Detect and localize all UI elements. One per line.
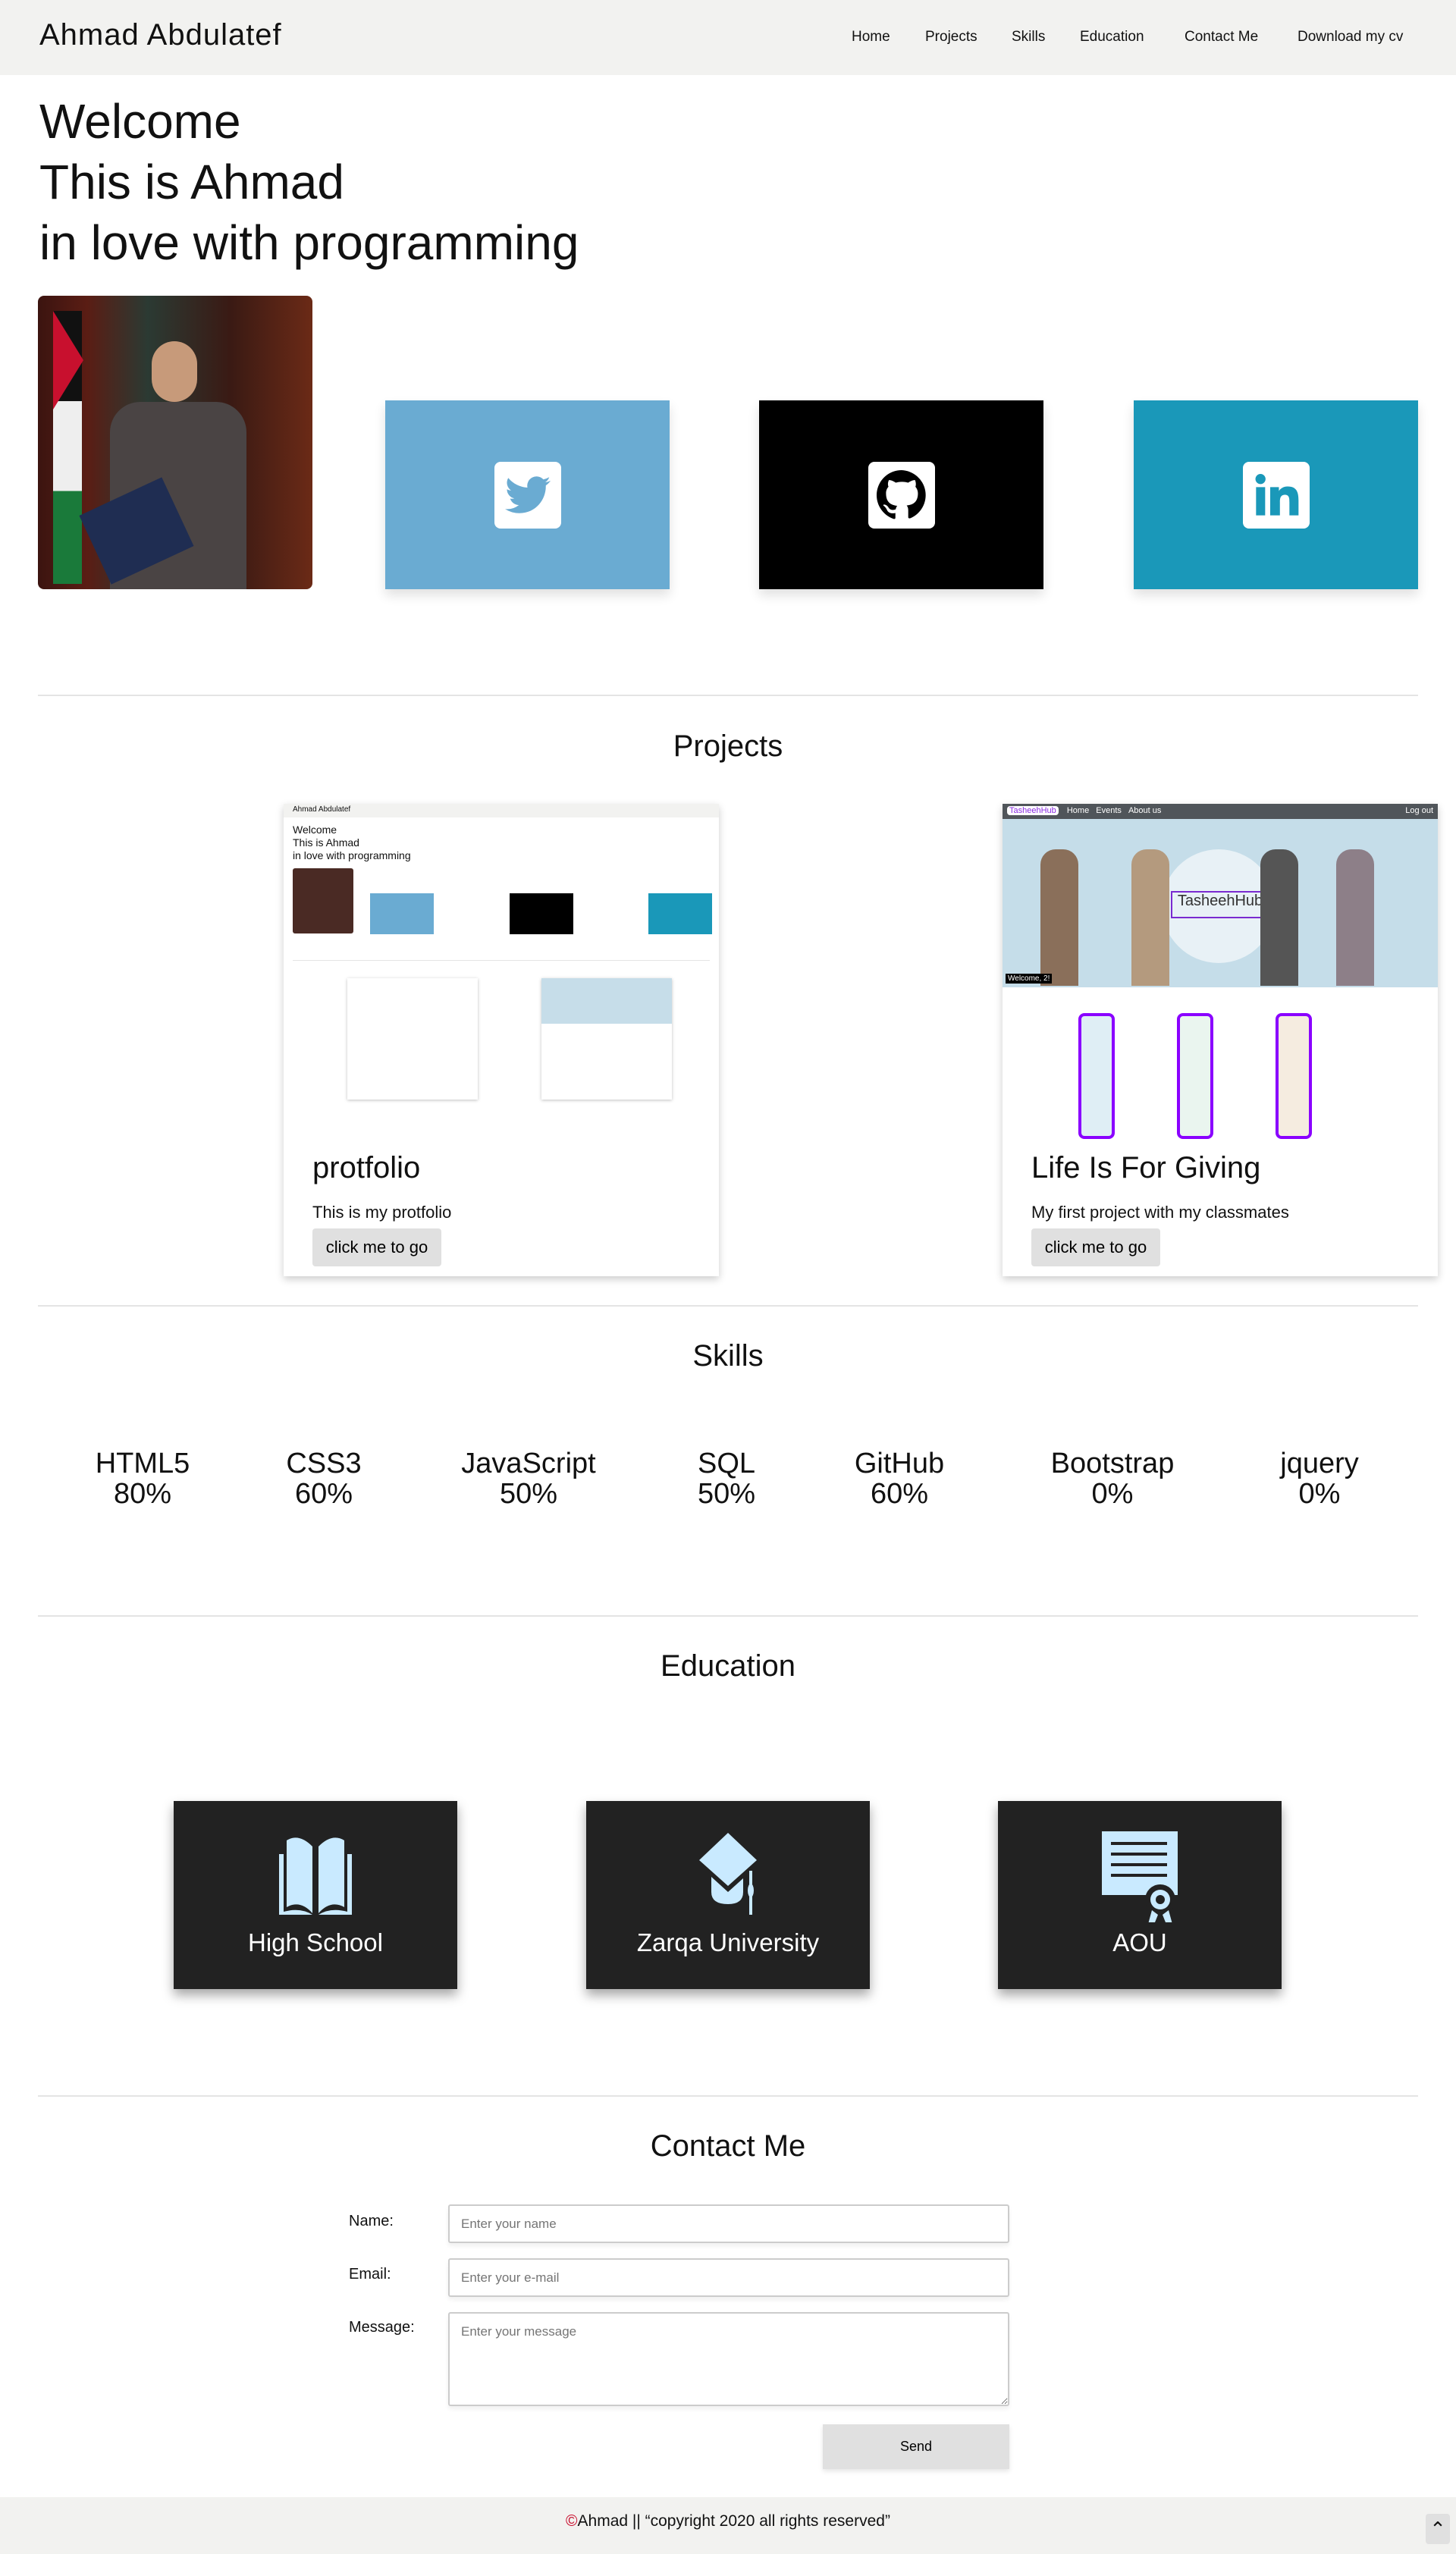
github-icon (868, 461, 935, 529)
skills-heading: Skills (692, 1339, 764, 1373)
open-book-icon (279, 1837, 352, 1915)
message-label: Message: (349, 2319, 415, 2336)
nav-projects[interactable]: Projects (925, 29, 977, 45)
certificate-icon (1102, 1831, 1178, 1922)
name-label: Name: (349, 2213, 394, 2229)
education-card-high-school[interactable]: High School (174, 1801, 457, 1989)
email-input[interactable] (448, 2258, 1009, 2297)
skill-javascript: JavaScript 50% (461, 1448, 596, 1510)
preview-logout: Log out (1405, 806, 1433, 815)
project-go-button[interactable]: click me to go (312, 1228, 441, 1266)
education-label: AOU (1112, 1928, 1167, 1956)
education-label: Zarqa University (636, 1928, 820, 1956)
twitter-icon (494, 461, 561, 529)
profile-photo (38, 296, 312, 589)
github-link[interactable] (759, 400, 1043, 589)
contact-heading: Contact Me (650, 2129, 806, 2163)
skill-css3: CSS3 60% (286, 1448, 362, 1510)
copyright-icon: © (566, 2512, 578, 2530)
nav-download-cv[interactable]: Download my cv (1298, 29, 1403, 45)
preview-welcome: Welcome, 2! (1006, 974, 1053, 984)
linkedin-link[interactable] (1134, 400, 1418, 589)
education-heading: Education (661, 1649, 795, 1683)
project-title: Life Is For Giving (1031, 1151, 1261, 1184)
preview-hero: Welcome This is Ahmad in love with program… (293, 824, 411, 861)
linkedin-icon (1242, 461, 1310, 529)
navbar: Ahmad Abdulatef Home Projects Skills Edu… (0, 0, 1456, 75)
project-title: protfolio (312, 1151, 421, 1184)
footer: ©Ahmad || “copyright 2020 all rights res… (0, 2497, 1456, 2554)
site-logo[interactable]: Ahmad Abdulatef (39, 18, 282, 52)
project-card-life-is-for-giving: TasheehHub Home Events About us Log out … (1003, 804, 1438, 1276)
preview-logo: Ahmad Abdulatef (293, 805, 351, 814)
divider (38, 2095, 1418, 2097)
nav-education[interactable]: Education (1080, 29, 1144, 45)
skill-github: GitHub 60% (854, 1448, 945, 1510)
hero-line-1: Welcome (39, 94, 241, 149)
skill-html5: HTML5 80% (95, 1448, 190, 1510)
skill-jquery: jquery 0% (1280, 1448, 1359, 1510)
send-button[interactable]: Send (823, 2424, 1009, 2469)
graduation-cap-icon (699, 1833, 757, 1915)
education-card-aou[interactable]: AOU (998, 1801, 1282, 1989)
project-description: This is my protfolio (312, 1203, 452, 1222)
tasheehhub-preview-image: TasheehHub Home Events About us Log out … (1003, 804, 1438, 1145)
divider (38, 695, 1418, 696)
twitter-link[interactable] (385, 400, 670, 589)
hero-line-3: in love with programming (39, 215, 579, 270)
email-label: Email: (349, 2266, 391, 2283)
message-textarea[interactable] (448, 2312, 1009, 2406)
preview-brand: TasheehHub (1007, 806, 1059, 815)
divider (38, 1615, 1418, 1617)
education-label: High School (248, 1928, 383, 1956)
preview-nav: Events (1096, 806, 1122, 815)
name-input[interactable] (448, 2204, 1009, 2243)
footer-text-wrap: ©Ahmad || “copyright 2020 all rights res… (0, 2512, 1456, 2530)
project-description: My first project with my classmates (1031, 1203, 1289, 1222)
preview-logo-text: TasheehHub (1171, 891, 1269, 918)
education-card-zarqa-university[interactable]: Zarqa University (586, 1801, 870, 1989)
skill-bootstrap: Bootstrap 0% (1050, 1448, 1175, 1510)
skill-sql: SQL 50% (697, 1448, 756, 1510)
project-card-portfolio: Ahmad Abdulatef Welcome This is Ahmad in l… (284, 804, 719, 1276)
divider (38, 1305, 1418, 1307)
projects-heading: Projects (673, 729, 783, 763)
footer-text: Ahmad || “copyright 2020 all rights rese… (577, 2512, 890, 2530)
nav-home[interactable]: Home (852, 29, 890, 45)
back-to-top-icon[interactable]: ⌃ (1426, 2514, 1450, 2544)
project-go-button[interactable]: click me to go (1031, 1228, 1160, 1266)
hero-line-2: This is Ahmad (39, 155, 344, 209)
portfolio-preview-image: Ahmad Abdulatef Welcome This is Ahmad in l… (284, 804, 719, 1145)
nav-contact[interactable]: Contact Me (1185, 29, 1258, 45)
preview-nav: About us (1128, 806, 1162, 815)
nav-skills[interactable]: Skills (1012, 29, 1045, 45)
preview-nav: Home (1066, 806, 1090, 815)
